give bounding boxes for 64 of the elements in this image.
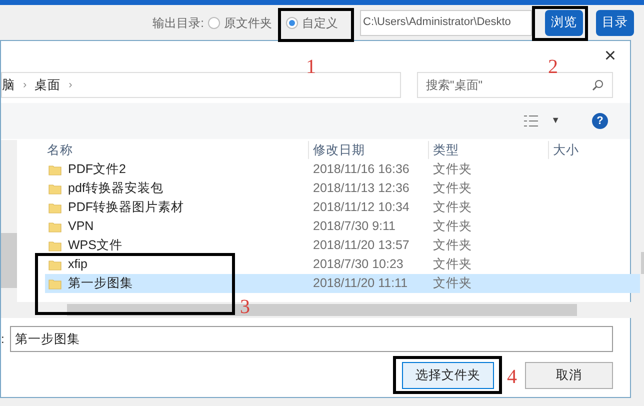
file-type: 文件夹 [432,180,473,198]
file-name: 第一步图集 [68,275,133,292]
dialog-button[interactable]: 取消 [525,362,613,389]
chevron-icon: › [68,76,72,94]
modified-date: 2018/11/20 11:11 [312,275,409,292]
search-icon [592,79,604,91]
file-type: 文件夹 [432,237,473,254]
breadcrumb-item[interactable]: 桌面 [34,76,61,94]
folder-icon [48,182,62,196]
folder-icon [48,200,62,214]
file-row[interactable]: PDF文件2 2018/11/16 16:36 文件夹 [45,160,640,179]
column-header[interactable]: 类型 [428,140,548,160]
caret-icon[interactable]: ▼ [551,114,560,128]
modified-date: 2018/7/30 10:23 [312,256,404,274]
file-type: 文件夹 [432,161,473,178]
step-number: 3 [240,295,250,320]
breadcrumb-item[interactable]: 脑 [2,76,15,94]
filename-label: : [1,331,6,348]
folder-icon [48,238,62,252]
modified-date: 2018/11/13 12:36 [312,180,410,198]
column-header[interactable]: 名称 [45,140,308,160]
file-name: VPN [68,218,94,236]
help-button[interactable]: ? [592,113,608,129]
file-name: WPS文件 [68,237,122,254]
file-row[interactable]: VPN 2018/7/30 9:11 文件夹 [45,217,640,236]
folder-icon [48,162,62,176]
output-dir-label: 输出目录: [152,14,204,32]
toolbar-button[interactable]: 目录 [596,10,634,36]
folder-icon [48,258,62,272]
file-row[interactable]: pdf转换器安装包 2018/11/13 12:36 文件夹 [45,179,640,198]
radio-option[interactable]: 原文件夹 [208,14,278,32]
radio-option[interactable]: 自定义 [286,14,352,32]
close-button[interactable]: × [604,46,616,66]
toolbar-button[interactable]: 浏览 [545,10,583,36]
chevron-icon: › [23,76,27,94]
dialog-button[interactable]: 选择文件夹 [402,362,494,389]
modified-date: 2018/11/12 10:34 [312,199,410,216]
modified-date: 2018/7/30 9:11 [312,218,396,236]
path-field[interactable]: C:\Users\Administrator\Deskto [360,10,532,36]
column-header[interactable]: 大小 [548,140,588,160]
view-options-icon[interactable] [523,115,540,127]
search-field[interactable]: 搜索"桌面" [417,72,613,98]
column-header[interactable]: 修改日期 [308,140,428,160]
file-row[interactable]: 第一步图集 2018/11/20 11:11 文件夹 [45,274,640,293]
file-name: PDF转换器图片素材 [68,199,184,216]
file-type: 文件夹 [432,199,473,216]
address-bar[interactable]: 脑 › 桌面 › [1,72,401,98]
folder-icon [48,276,62,290]
file-name: PDF文件2 [68,161,126,178]
file-type: 文件夹 [432,218,473,236]
file-row[interactable]: WPS文件 2018/11/20 13:57 文件夹 [45,236,640,255]
nav-scrollbar[interactable] [1,140,17,318]
file-row[interactable]: xfip 2018/7/30 10:23 文件夹 [45,255,640,274]
filename-field[interactable]: 第一步图集 [10,326,613,352]
file-type: 文件夹 [432,256,473,274]
modified-date: 2018/11/20 13:57 [312,237,410,254]
folder-icon [48,220,62,234]
file-name: xfip [68,256,88,274]
modified-date: 2018/11/16 16:36 [312,161,410,178]
step-number: 4 [507,365,517,390]
file-type: 文件夹 [432,275,473,292]
highlight-frame [532,6,588,41]
file-name: pdf转换器安装包 [68,180,164,198]
file-row[interactable]: PDF转换器图片素材 2018/11/12 10:34 文件夹 [45,198,640,217]
